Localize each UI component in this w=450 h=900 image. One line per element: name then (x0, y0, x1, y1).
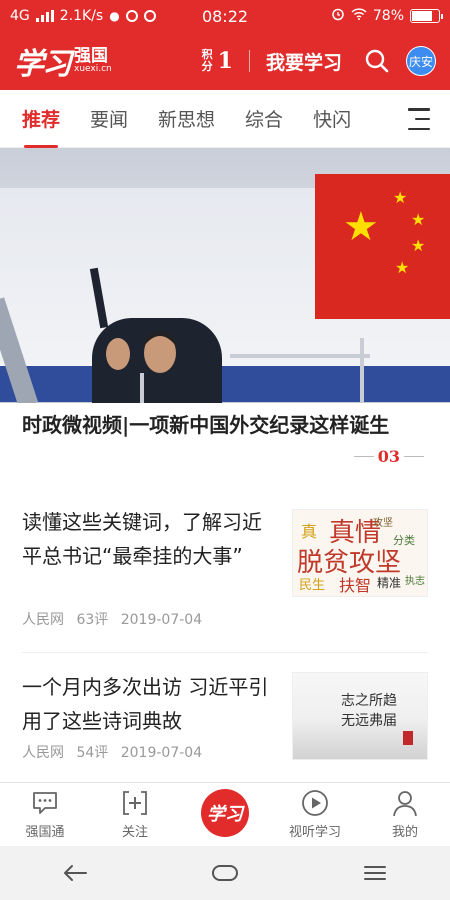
news-meta: 人民网 54评 2019-07-04 (22, 742, 210, 762)
points-display[interactable]: 积分 1 (202, 48, 233, 74)
thumb-word: 民生 (299, 578, 326, 593)
page-number: 03 (377, 447, 400, 466)
news-title: 读懂这些关键词，了解习近平总书记“最牵挂的大事” (22, 510, 262, 568)
nav-follow[interactable]: 关注 (90, 783, 180, 846)
header-divider (248, 50, 250, 72)
channel-tabs: 推荐 要闻 新思想 综合 快闪 (0, 90, 450, 148)
list-item[interactable]: 一个月内多次出访 习近平引用了这些诗词典故 人民网 54评 2019-07-04… (22, 670, 428, 782)
points-label-2: 分 (201, 60, 213, 73)
nav-label: 强国通 (25, 825, 65, 840)
nav-label: 我的 (391, 825, 418, 840)
nav-audio-video[interactable]: 视听学习 (270, 783, 360, 846)
nav-mine[interactable]: 我的 (360, 783, 450, 846)
nav-label: 视听学习 (288, 825, 341, 840)
tab-new-thought[interactable]: 新思想 (158, 90, 215, 148)
logo-main: 学习 (14, 47, 72, 82)
play-icon (301, 789, 329, 817)
thumb-word: 精准 (377, 576, 402, 590)
thumb-word: 真 (301, 522, 318, 541)
nav-qiangguotong[interactable]: 强国通 (0, 783, 90, 846)
signal-icon (35, 10, 54, 22)
list-item[interactable]: 读懂这些关键词，了解习近平总书记“最牵挂的大事” 人民网 63评 2019-07… (22, 505, 428, 653)
nav-label: 关注 (121, 825, 148, 840)
thumb-poem-line: 无远弗届 (341, 713, 397, 729)
tab-general[interactable]: 综合 (245, 90, 283, 148)
points-value: 1 (217, 48, 233, 74)
home-icon[interactable] (195, 853, 255, 893)
thumb-word: 执志 (405, 576, 425, 587)
notification-icon (143, 10, 156, 22)
wechat-icon: ● (109, 9, 120, 23)
thumb-word: 扶智 (339, 576, 372, 595)
news-date: 2019-07-04 (120, 745, 203, 761)
news-source: 人民网 (22, 612, 64, 628)
battery-percent: 78% (372, 8, 404, 24)
hero-illustration (0, 267, 370, 403)
nav-xuexi[interactable]: 学习 (180, 783, 270, 846)
thumb-word: 攻坚 (373, 518, 393, 529)
wifi-icon (351, 8, 367, 24)
news-comments: 54评 (76, 745, 109, 761)
news-source: 人民网 (22, 745, 64, 761)
logo-sub: 强国 xuexi.cn (74, 48, 112, 74)
add-follow-icon (122, 789, 148, 817)
thumb-word: 分类 (393, 534, 415, 547)
status-right: 78% (331, 7, 443, 25)
hero-title: 时政微视频|一项新中国外交纪录这样诞生 (22, 413, 390, 437)
seal-stamp (403, 731, 413, 745)
search-icon[interactable] (362, 46, 392, 76)
study-button[interactable]: 我要学习 (266, 48, 342, 75)
xuexi-logo-icon: 学习 (201, 788, 249, 837)
logo-domain: xuexi.cn (74, 64, 112, 74)
thumb-poem: 志之所趋 无远弗届 (341, 691, 397, 731)
app-logo[interactable]: 学习 强国 xuexi.cn (14, 39, 112, 83)
bottom-nav: 强国通 关注 学习 视听学习 我的 (0, 782, 450, 846)
menu-icon[interactable] (408, 108, 430, 130)
chat-icon (31, 789, 59, 817)
user-icon (391, 789, 419, 817)
network-speed: 2.1K/s (59, 8, 104, 24)
logo-sub-title: 强国 (74, 46, 108, 66)
back-icon[interactable] (45, 853, 105, 893)
system-nav-bar (0, 846, 450, 900)
battery-level (412, 11, 433, 21)
news-title: 一个月内多次出访 习近平引用了这些诗词典故 (22, 675, 269, 733)
status-bar: 4G 2.1K/s ● 08:22 78% (0, 0, 450, 32)
battery-icon (410, 9, 443, 23)
news-thumbnail: 真情 真 脱贫攻坚 分类 民生 扶智 精准 执志 攻坚 (292, 509, 428, 597)
tab-flash[interactable]: 快闪 (313, 90, 351, 148)
points-label: 积分 (202, 49, 214, 73)
alarm-icon (331, 7, 345, 25)
tab-recommend[interactable]: 推荐 (22, 90, 60, 148)
notification-icon (125, 10, 138, 22)
network-type: 4G (10, 8, 30, 24)
hero-image[interactable]: ★ ★ ★ ★ ★ (0, 148, 450, 403)
status-left: 4G 2.1K/s ● (10, 8, 156, 24)
avatar[interactable]: 庆安 (406, 46, 436, 76)
tab-news[interactable]: 要闻 (90, 90, 128, 148)
hero-caption[interactable]: 时政微视频|一项新中国外交纪录这样诞生 03 (0, 403, 450, 488)
news-thumbnail: 志之所趋 无远弗届 (292, 672, 428, 760)
news-date: 2019-07-04 (120, 612, 203, 628)
news-meta: 人民网 63评 2019-07-04 (22, 609, 210, 629)
app-header: 学习 强国 xuexi.cn 积分 1 我要学习 庆安 (0, 32, 450, 90)
carousel-pager: 03 (350, 447, 428, 466)
thumb-poem-line: 志之所趋 (341, 693, 397, 709)
news-comments: 63评 (76, 612, 109, 628)
menu-lines-icon[interactable] (345, 853, 405, 893)
